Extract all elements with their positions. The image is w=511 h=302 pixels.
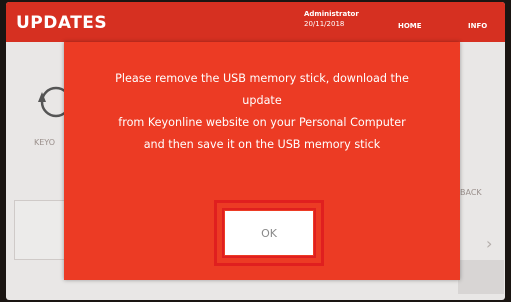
- nav-home-button[interactable]: HOME: [398, 22, 422, 30]
- keyo-label: KEYO: [34, 138, 56, 147]
- ok-highlight-frame: OK: [214, 200, 324, 266]
- header-bar: UPDATES Administrator 20/11/2018 HOME IN…: [6, 2, 505, 42]
- user-role: Administrator: [304, 10, 359, 18]
- current-date: 20/11/2018: [304, 20, 345, 28]
- dialog-message: Please remove the USB memory stick, down…: [74, 68, 450, 156]
- message-line: update: [242, 94, 282, 107]
- user-info: Administrator 20/11/2018: [304, 9, 359, 29]
- next-button[interactable]: [458, 260, 504, 294]
- update-dialog: Please remove the USB memory stick, down…: [64, 42, 460, 280]
- back-label[interactable]: BACK: [460, 188, 482, 197]
- background-panel: [14, 200, 68, 260]
- device-screen: UPDATES Administrator 20/11/2018 HOME IN…: [6, 2, 505, 300]
- chevron-right-icon[interactable]: ›: [486, 234, 492, 253]
- message-line: Please remove the USB memory stick, down…: [115, 72, 409, 85]
- message-line: and then save it on the USB memory stick: [143, 138, 381, 151]
- ok-button[interactable]: OK: [225, 211, 313, 255]
- nav-info-button[interactable]: INFO: [468, 22, 487, 30]
- message-line: from Keyonline website on your Personal …: [118, 116, 406, 129]
- page-title: UPDATES: [16, 13, 108, 33]
